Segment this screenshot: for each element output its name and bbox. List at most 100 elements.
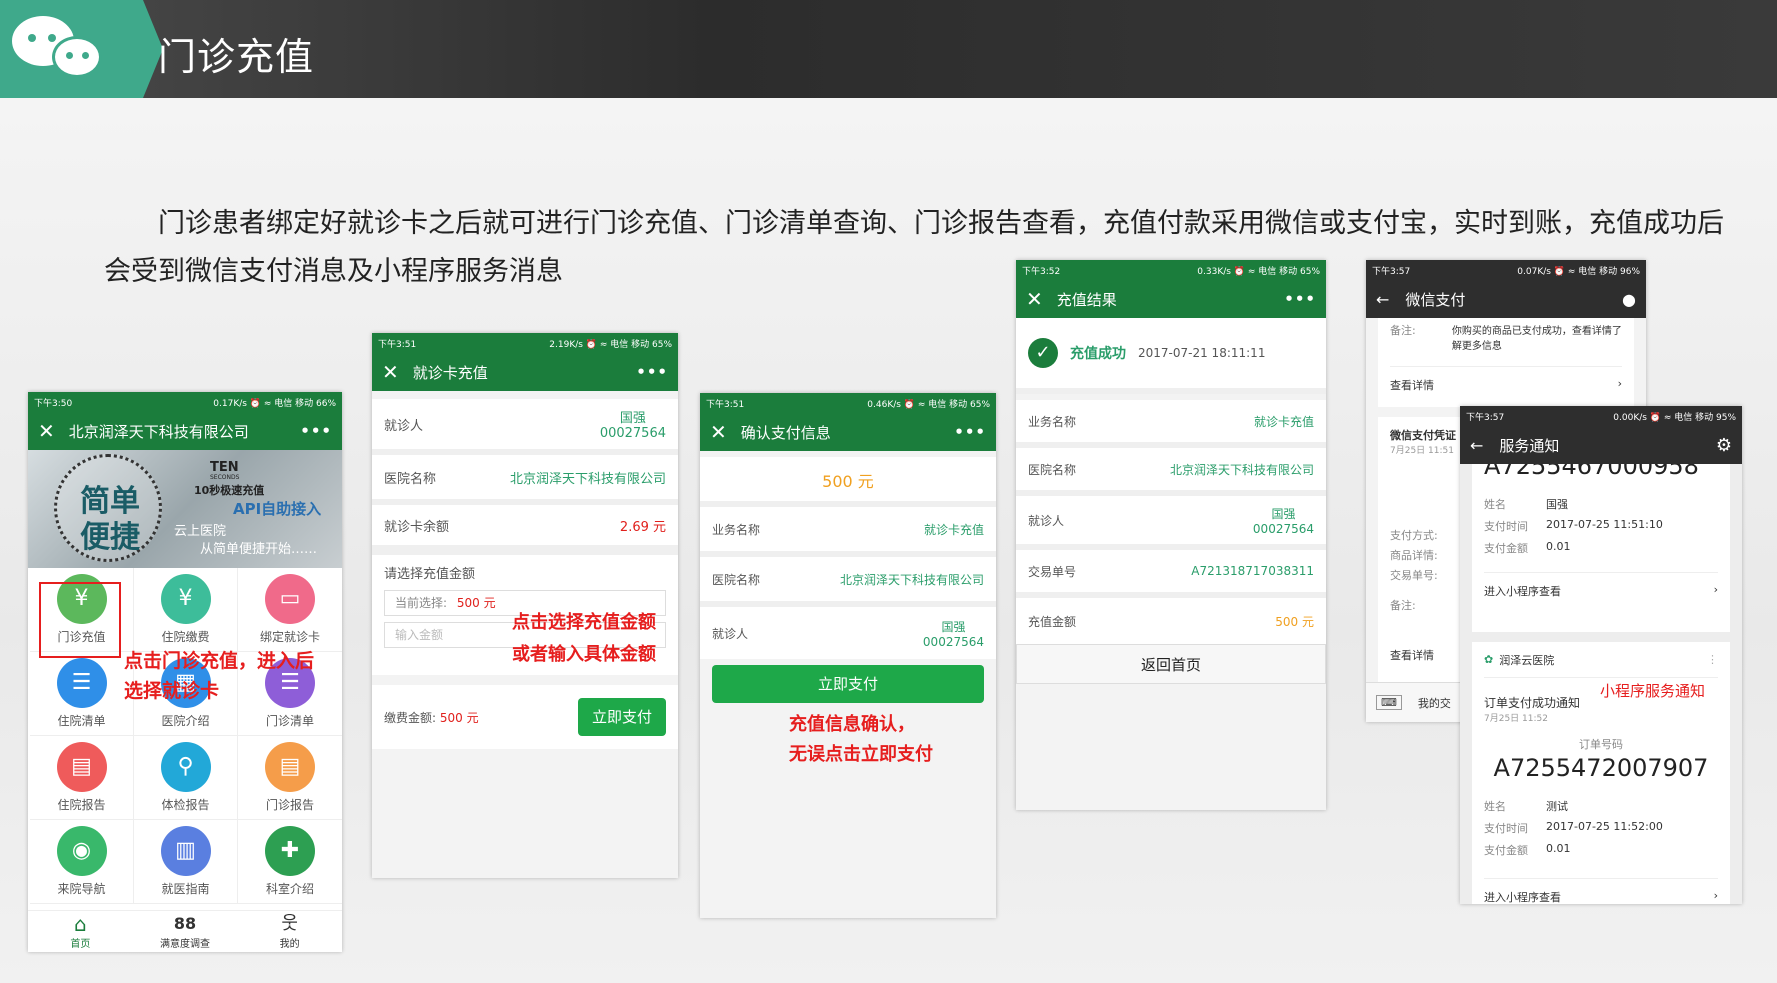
pay-now-button[interactable]: 立即支付 xyxy=(578,698,666,736)
more-icon[interactable]: ••• xyxy=(300,422,332,440)
grid-item-6[interactable]: ▤ 住院报告 xyxy=(30,736,134,820)
trade-label: 交易单号 xyxy=(1028,564,1077,579)
balance-value: 2.69 元 xyxy=(619,519,666,535)
tab-home-label: 首页 xyxy=(70,939,91,950)
enter-miniprogram-link[interactable]: 进入小程序查看 › xyxy=(1484,572,1718,609)
tab-mine[interactable]: 웃 我的 xyxy=(237,911,342,952)
list-icon: ☰ xyxy=(56,658,107,708)
banner-ten: TEN xyxy=(210,460,239,475)
hospital-row: 医院名称 北京润泽天下科技有限公司 xyxy=(1016,448,1326,496)
patient-label: 就诊人 xyxy=(712,626,749,641)
patient-label: 就诊人 xyxy=(384,418,424,434)
status-time: 下午3:51 xyxy=(706,400,745,410)
grid-item-2[interactable]: ▭ 绑定就诊卡 xyxy=(238,568,342,652)
status-bar: 下午3:51 2.19K/s ⏰ ≈ 电信 移动 65% xyxy=(372,333,678,353)
pay-now-button[interactable]: 立即支付 xyxy=(712,665,984,703)
balance-row: 就诊卡余额 2.69 元 xyxy=(372,505,678,555)
status-bar: 下午3:50 0.17K/s ⏰ ≈ 电信 移动 66% xyxy=(28,392,342,412)
grid-item-label: 住院报告 xyxy=(57,798,106,812)
grid-item-1[interactable]: ¥ 住院缴费 xyxy=(134,568,238,652)
annotation-1-line1: 点击门诊充值，进入后 xyxy=(124,650,315,672)
patient-label: 就诊人 xyxy=(1028,513,1065,528)
nav-title: 北京润泽天下科技有限公司 xyxy=(68,422,249,441)
gear-icon[interactable]: ⚙ xyxy=(1716,435,1732,456)
user-icon[interactable]: ● xyxy=(1622,290,1636,309)
header-bar: 门诊充值 xyxy=(0,0,1777,98)
page-title: 门诊充值 xyxy=(158,35,315,79)
biz-label: 业务名称 xyxy=(1028,414,1077,429)
back-icon[interactable]: ← xyxy=(1470,436,1483,455)
detail-link[interactable]: 查看详情 › xyxy=(1390,366,1622,403)
grid-item-label: 住院清单 xyxy=(57,714,106,728)
screen-service-notice: 下午3:57 0.00K/s ⏰ ≈ 电信 移动 95% ← 服务通知 ⚙ A7… xyxy=(1460,406,1742,904)
hospital-label: 医院名称 xyxy=(384,471,437,487)
keyboard-icon[interactable]: ⌨ xyxy=(1376,695,1402,710)
banner-big-2: 便捷 xyxy=(80,520,140,555)
status-right: 0.00K/s ⏰ ≈ 电信 移动 95% xyxy=(1613,413,1736,423)
grid-item-3[interactable]: ☰ 住院清单 xyxy=(30,652,134,736)
back-icon[interactable]: ← xyxy=(1376,290,1389,309)
home-button[interactable]: 返回首页 xyxy=(1016,644,1326,684)
status-right: 0.17K/s ⏰ ≈ 电信 移动 66% xyxy=(213,399,336,409)
status-bar: 下午3:57 0.07K/s ⏰ ≈ 电信 移动 96% xyxy=(1366,260,1646,280)
grid-item-8[interactable]: ▤ 门诊报告 xyxy=(238,736,342,820)
patient-row[interactable]: 就诊人 国强 00027564 xyxy=(372,399,678,455)
close-icon[interactable]: ✕ xyxy=(38,419,55,443)
close-icon[interactable]: ✕ xyxy=(382,360,399,384)
my-label[interactable]: 我的交 xyxy=(1418,695,1451,711)
home-icon: ⌂ xyxy=(73,912,87,936)
annotation-4: 充值信息确认， 无误点击立即支付 xyxy=(789,710,933,770)
annotation-3: 或者输入具体金额 xyxy=(512,644,656,665)
trade-row: 交易单号 A721318717038311 xyxy=(1016,550,1326,598)
biz-label: 业务名称 xyxy=(712,522,761,537)
status-right: 0.46K/s ⏰ ≈ 电信 移动 65% xyxy=(867,400,990,410)
status-time: 下午3:52 xyxy=(1022,267,1061,277)
more-icon[interactable]: ••• xyxy=(636,363,668,381)
biz-value: 就诊卡充值 xyxy=(1253,414,1314,429)
notice-date: 7月25日 11:52 xyxy=(1484,714,1548,724)
tab-home[interactable]: ⌂ 首页 xyxy=(28,911,133,952)
top-order-no: A7255467000958 xyxy=(1484,464,1699,480)
grid-item-11[interactable]: ✚ 科室介绍 xyxy=(238,820,342,904)
patient-id: 00027564 xyxy=(922,634,984,649)
screen-confirm-pay: 下午3:51 0.46K/s ⏰ ≈ 电信 移动 65% ✕ 确认支付信息 ••… xyxy=(700,393,996,918)
amount-value: 0.01 xyxy=(1546,540,1571,553)
patient-id: 00027564 xyxy=(599,426,666,441)
grid-item-10[interactable]: ▥ 就医指南 xyxy=(134,820,238,904)
nav-title: 充值结果 xyxy=(1056,290,1117,309)
close-icon[interactable]: ✕ xyxy=(1026,287,1043,311)
enter-miniprogram-link[interactable]: 进入小程序查看 › xyxy=(1484,878,1718,904)
chevron-right-icon: › xyxy=(1713,583,1718,596)
detail2-link[interactable]: 查看详情 xyxy=(1390,647,1434,663)
name-value: 测试 xyxy=(1546,800,1568,813)
tab-survey[interactable]: 88 满意度调查 xyxy=(133,911,238,952)
success-time: 2017-07-21 18:11:11 xyxy=(1138,346,1266,360)
close-icon[interactable]: ✕ xyxy=(710,420,727,444)
status-time: 下午3:50 xyxy=(34,399,73,409)
time-label: 支付时间 xyxy=(1484,822,1528,835)
nav-bar: ✕ 充值结果 ••• xyxy=(1016,280,1326,318)
grid-item-label: 绑定就诊卡 xyxy=(259,630,320,644)
patient-row: 就诊人 国强 00027564 xyxy=(1016,496,1326,550)
enter-label: 进入小程序查看 xyxy=(1484,891,1561,904)
more-icon[interactable]: ⋮ xyxy=(1707,653,1718,666)
notice-card-1: A7255467000958 姓名 国强 支付时间 2017-07-25 11:51… xyxy=(1472,464,1730,632)
more-icon[interactable]: ••• xyxy=(954,423,986,441)
enter-label: 进入小程序查看 xyxy=(1484,585,1561,598)
banner-slogan: 从简单便捷开始…… xyxy=(200,542,318,557)
banner-seconds: SECONDS xyxy=(210,474,240,481)
fee-label: 缴费金额: xyxy=(384,710,437,725)
status-bar: 下午3:52 0.33K/s ⏰ ≈ 电信 移动 65% xyxy=(1016,260,1326,280)
grid-item-label: 门诊报告 xyxy=(265,798,314,812)
location-icon: ◉ xyxy=(56,826,107,876)
time-value: 2017-07-25 11:51:10 xyxy=(1546,518,1663,531)
grid-item-7[interactable]: ⚲ 体检报告 xyxy=(134,736,238,820)
grid-item-9[interactable]: ◉ 来院导航 xyxy=(30,820,134,904)
annotation-1: 点击门诊充值，进入后 选择就诊卡 xyxy=(124,646,314,706)
amount-value: 500 元 xyxy=(1275,614,1314,629)
highlight-box xyxy=(39,582,121,658)
hospital-label: 医院名称 xyxy=(1028,462,1077,477)
more-icon[interactable]: ••• xyxy=(1284,290,1316,308)
chevron-right-icon: › xyxy=(1617,377,1622,390)
name-label: 姓名 xyxy=(1484,800,1506,813)
